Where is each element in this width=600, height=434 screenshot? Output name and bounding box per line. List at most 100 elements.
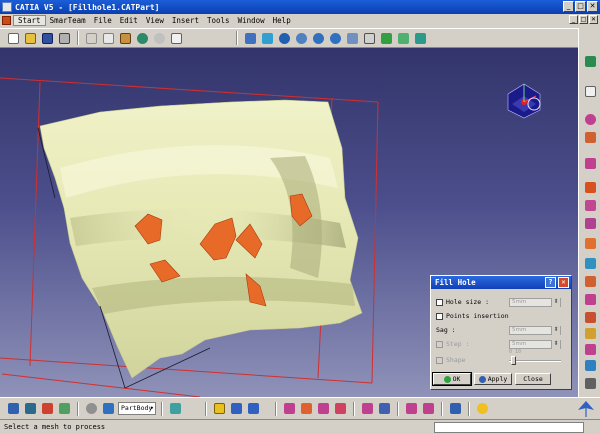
menu-window[interactable]: Window bbox=[234, 16, 269, 25]
mesh-model[interactable] bbox=[39, 99, 363, 379]
edge-icon[interactable] bbox=[583, 342, 597, 356]
pan-icon[interactable] bbox=[277, 31, 292, 46]
maximize-button[interactable]: □ bbox=[575, 1, 586, 12]
save-icon[interactable] bbox=[40, 31, 55, 46]
offset-icon[interactable] bbox=[282, 401, 297, 416]
doc-close-button[interactable]: ✕ bbox=[589, 15, 598, 24]
decimate-icon[interactable] bbox=[583, 216, 597, 230]
swap-space-icon[interactable] bbox=[413, 31, 428, 46]
points-insertion-checkbox[interactable] bbox=[436, 312, 443, 320]
document-controls: _ □ ✕ bbox=[569, 15, 598, 24]
step-field[interactable]: 5mm bbox=[509, 340, 561, 349]
print-icon[interactable] bbox=[57, 31, 72, 46]
hide-show-icon[interactable] bbox=[396, 31, 411, 46]
whats-this-icon[interactable] bbox=[169, 31, 184, 46]
points-insertion-label: Points insertion bbox=[446, 312, 509, 320]
warning-icon[interactable] bbox=[360, 401, 375, 416]
close-button[interactable]: ✕ bbox=[587, 1, 598, 12]
zoom-in-icon[interactable] bbox=[311, 31, 326, 46]
scan-icon[interactable] bbox=[84, 401, 99, 416]
dialog-title-bar[interactable]: Fill Hole ? ✕ bbox=[431, 276, 571, 289]
hole-size-label: Hole size : bbox=[446, 298, 490, 306]
cut-plane-icon[interactable] bbox=[246, 401, 261, 416]
menu-insert[interactable]: Insert bbox=[168, 16, 203, 25]
smooth-icon[interactable] bbox=[583, 198, 597, 212]
open-icon[interactable] bbox=[23, 31, 38, 46]
rotate-icon[interactable] bbox=[294, 31, 309, 46]
menu-tools[interactable]: Tools bbox=[203, 16, 234, 25]
compass-tool-icon[interactable] bbox=[40, 401, 55, 416]
compass-icon[interactable] bbox=[507, 83, 541, 119]
undo-icon[interactable] bbox=[135, 31, 150, 46]
shape-slider-thumb[interactable] bbox=[511, 356, 516, 365]
mesh-cleaner-icon[interactable] bbox=[583, 156, 597, 170]
shape-checkbox[interactable] bbox=[436, 356, 443, 364]
pointer-icon[interactable] bbox=[583, 84, 597, 98]
shape-slider-track[interactable] bbox=[509, 360, 561, 362]
material-icon[interactable] bbox=[421, 401, 436, 416]
curvature-icon[interactable] bbox=[333, 401, 348, 416]
toolbar-separator bbox=[77, 401, 79, 416]
sun-icon[interactable] bbox=[475, 401, 490, 416]
ok-button[interactable]: OK bbox=[432, 372, 472, 386]
multi-view-icon[interactable] bbox=[362, 31, 377, 46]
cloud-icon[interactable] bbox=[583, 112, 597, 126]
minimize-button[interactable]: _ bbox=[563, 1, 574, 12]
doc-restore-button[interactable]: □ bbox=[579, 15, 588, 24]
query-icon[interactable] bbox=[583, 376, 597, 390]
ok-icon bbox=[443, 375, 451, 383]
partbody-select-icon[interactable] bbox=[101, 401, 116, 416]
standard-toolbar bbox=[0, 28, 578, 48]
snap-icon[interactable] bbox=[212, 401, 227, 416]
shape-row: Shape bbox=[436, 356, 466, 364]
analysis-tool-icon[interactable] bbox=[583, 358, 597, 372]
apply-button[interactable]: Apply bbox=[474, 373, 512, 385]
sync-icon[interactable] bbox=[57, 401, 72, 416]
fly-mode-icon[interactable] bbox=[243, 31, 258, 46]
normal-view-icon[interactable] bbox=[345, 31, 360, 46]
hole-size-checkbox[interactable] bbox=[436, 298, 443, 306]
select-icon[interactable] bbox=[583, 54, 597, 68]
dialog-close-icon[interactable]: ✕ bbox=[558, 277, 569, 288]
menu-edit[interactable]: Edit bbox=[116, 16, 142, 25]
hole-size-field[interactable]: 5mm bbox=[509, 298, 561, 307]
flip-icon[interactable] bbox=[583, 292, 597, 306]
dialog-help-button[interactable]: ? bbox=[545, 277, 556, 288]
menu-file[interactable]: File bbox=[90, 16, 116, 25]
shape-icon[interactable] bbox=[583, 310, 597, 324]
partbody-dropdown[interactable]: PartBody bbox=[118, 402, 156, 415]
shading-icon[interactable] bbox=[379, 31, 394, 46]
redo-icon[interactable] bbox=[152, 31, 167, 46]
fill-hole-icon[interactable] bbox=[299, 401, 314, 416]
copy-icon[interactable] bbox=[101, 31, 116, 46]
bottom-toolbar: PartBody bbox=[0, 397, 600, 419]
new-icon[interactable] bbox=[6, 31, 21, 46]
doc-minimize-button[interactable]: _ bbox=[569, 15, 578, 24]
axis-icon[interactable] bbox=[448, 401, 463, 416]
menu-smarteam[interactable]: SmarTeam bbox=[46, 16, 90, 25]
cross-section-icon[interactable] bbox=[583, 130, 597, 144]
menu-view[interactable]: View bbox=[142, 16, 168, 25]
refresh-icon[interactable] bbox=[377, 401, 392, 416]
analysis-icon[interactable] bbox=[229, 401, 244, 416]
command-input[interactable] bbox=[434, 421, 584, 433]
menu-help[interactable]: Help bbox=[269, 16, 295, 25]
fit-all-icon[interactable] bbox=[260, 31, 275, 46]
cut-icon[interactable] bbox=[84, 31, 99, 46]
offset-mesh-icon[interactable] bbox=[583, 274, 597, 288]
scan-on-part-icon[interactable] bbox=[583, 326, 597, 340]
fill-hole-tool-icon[interactable] bbox=[583, 180, 597, 194]
magnet-icon[interactable] bbox=[168, 401, 183, 416]
menu-start[interactable]: Start bbox=[13, 15, 46, 26]
sketch-icon[interactable] bbox=[23, 401, 38, 416]
zoom-out-icon[interactable] bbox=[328, 31, 343, 46]
sag-field[interactable]: 5mm bbox=[509, 326, 561, 335]
measure-icon[interactable] bbox=[6, 401, 21, 416]
mesh-icon[interactable] bbox=[316, 401, 331, 416]
paste-icon[interactable] bbox=[118, 31, 133, 46]
close-dialog-button[interactable]: Close bbox=[515, 373, 551, 385]
step-checkbox[interactable] bbox=[436, 340, 443, 348]
lighting-icon[interactable] bbox=[404, 401, 419, 416]
merge-icon[interactable] bbox=[583, 236, 597, 250]
split-icon[interactable] bbox=[583, 256, 597, 270]
